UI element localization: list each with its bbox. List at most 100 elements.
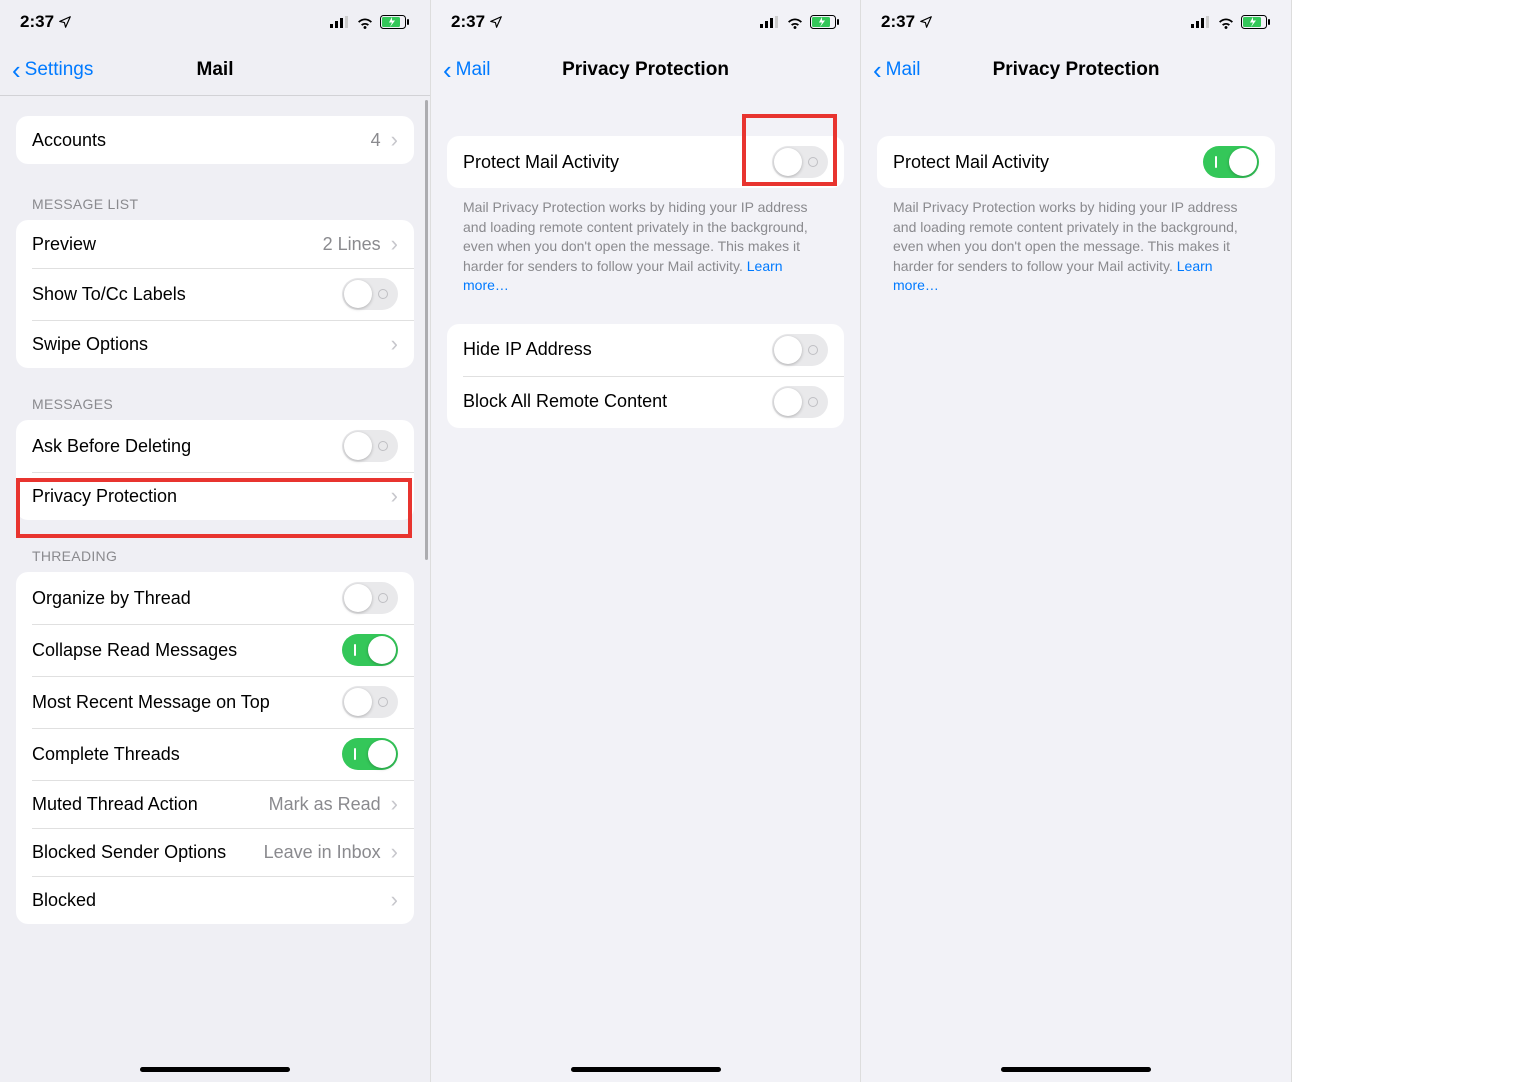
row-label: Protect Mail Activity	[463, 152, 772, 173]
battery-icon	[380, 15, 410, 29]
row-hide-ip[interactable]: Hide IP Address	[447, 324, 844, 376]
row-label: Collapse Read Messages	[32, 640, 342, 661]
row-label: Show To/Cc Labels	[32, 284, 342, 305]
row-collapse-read[interactable]: Collapse Read Messages	[16, 624, 414, 676]
toggle-ask-before-deleting[interactable]	[342, 430, 398, 462]
row-protect-mail[interactable]: Protect Mail Activity	[877, 136, 1275, 188]
status-bar: 2:37	[0, 0, 430, 44]
status-bar: 2:37	[861, 0, 1291, 44]
row-value: 4	[371, 130, 381, 151]
row-label: Privacy Protection	[32, 486, 391, 507]
back-label: Settings	[25, 59, 94, 81]
row-label: Muted Thread Action	[32, 794, 269, 815]
status-time: 2:37	[881, 12, 915, 32]
wifi-icon	[786, 16, 804, 29]
footer-description: Mail Privacy Protection works by hiding …	[877, 188, 1275, 296]
row-label: Preview	[32, 234, 323, 255]
status-bar: 2:37	[431, 0, 860, 44]
page-title: Privacy Protection	[861, 59, 1291, 81]
chevron-right-icon: ›	[391, 841, 398, 863]
toggle-organize-by-thread[interactable]	[342, 582, 398, 614]
row-value: 2 Lines	[323, 234, 381, 255]
cellular-icon	[330, 16, 350, 28]
row-label: Swipe Options	[32, 334, 391, 355]
row-block-remote[interactable]: Block All Remote Content	[447, 376, 844, 428]
row-label: Blocked	[32, 890, 391, 911]
row-most-recent-top[interactable]: Most Recent Message on Top	[16, 676, 414, 728]
wifi-icon	[1217, 16, 1235, 29]
chevron-right-icon: ›	[391, 793, 398, 815]
row-label: Ask Before Deleting	[32, 436, 342, 457]
row-complete-threads[interactable]: Complete Threads	[16, 728, 414, 780]
row-label: Protect Mail Activity	[893, 152, 1203, 173]
chevron-right-icon: ›	[391, 889, 398, 911]
screen-mail-settings: 2:37 ‹ Settings Mail Accounts	[0, 0, 431, 1082]
location-icon	[489, 15, 503, 29]
status-time: 2:37	[451, 12, 485, 32]
row-privacy-protection[interactable]: Privacy Protection ›	[16, 472, 414, 520]
battery-icon	[1241, 15, 1271, 29]
wifi-icon	[356, 16, 374, 29]
settings-list: Protect Mail Activity Mail Privacy Prote…	[431, 96, 860, 468]
cellular-icon	[1191, 16, 1211, 28]
back-button[interactable]: ‹ Mail	[439, 53, 495, 87]
home-indicator	[1001, 1067, 1151, 1072]
back-label: Mail	[456, 59, 491, 81]
row-label: Block All Remote Content	[463, 391, 772, 412]
toggle-collapse-read[interactable]	[342, 634, 398, 666]
chevron-right-icon: ›	[391, 129, 398, 151]
row-muted-action[interactable]: Muted Thread Action Mark as Read ›	[16, 780, 414, 828]
row-label: Complete Threads	[32, 744, 342, 765]
settings-list: Accounts 4 › MESSAGE LIST Preview 2 Line…	[0, 96, 430, 964]
back-button[interactable]: ‹ Settings	[8, 53, 97, 87]
row-ask-before-deleting[interactable]: Ask Before Deleting	[16, 420, 414, 472]
toggle-block-remote[interactable]	[772, 386, 828, 418]
row-show-tocc[interactable]: Show To/Cc Labels	[16, 268, 414, 320]
row-value: Leave in Inbox	[264, 842, 381, 863]
toggle-protect-mail[interactable]	[1203, 146, 1259, 178]
row-label: Organize by Thread	[32, 588, 342, 609]
chevron-right-icon: ›	[391, 485, 398, 507]
toggle-complete-threads[interactable]	[342, 738, 398, 770]
row-label: Most Recent Message on Top	[32, 692, 342, 713]
chevron-right-icon: ›	[391, 333, 398, 355]
toggle-hide-ip[interactable]	[772, 334, 828, 366]
section-header: THREADING	[16, 542, 414, 572]
row-preview[interactable]: Preview 2 Lines ›	[16, 220, 414, 268]
settings-list: Protect Mail Activity Mail Privacy Prote…	[861, 96, 1291, 336]
location-icon	[58, 15, 72, 29]
location-icon	[919, 15, 933, 29]
chevron-left-icon: ‹	[12, 57, 21, 83]
row-value: Mark as Read	[269, 794, 381, 815]
toggle-protect-mail[interactable]	[772, 146, 828, 178]
home-indicator	[571, 1067, 721, 1072]
row-swipe-options[interactable]: Swipe Options ›	[16, 320, 414, 368]
screen-privacy-on: 2:37 ‹ Mail Privacy Protection Pr	[861, 0, 1292, 1082]
row-protect-mail[interactable]: Protect Mail Activity	[447, 136, 844, 188]
footer-description: Mail Privacy Protection works by hiding …	[447, 188, 844, 296]
row-blocked[interactable]: Blocked ›	[16, 876, 414, 924]
nav-bar: ‹ Settings Mail	[0, 44, 430, 96]
cellular-icon	[760, 16, 780, 28]
nav-bar: ‹ Mail Privacy Protection	[861, 44, 1291, 96]
row-label: Hide IP Address	[463, 339, 772, 360]
scroll-indicator	[425, 100, 428, 560]
page-title: Privacy Protection	[431, 59, 860, 81]
toggle-most-recent-top[interactable]	[342, 686, 398, 718]
back-label: Mail	[886, 59, 921, 81]
chevron-right-icon: ›	[391, 233, 398, 255]
chevron-left-icon: ‹	[873, 57, 882, 83]
row-label: Accounts	[32, 130, 371, 151]
section-header: MESSAGE LIST	[16, 190, 414, 220]
nav-bar: ‹ Mail Privacy Protection	[431, 44, 860, 96]
status-time: 2:37	[20, 12, 54, 32]
row-accounts[interactable]: Accounts 4 ›	[16, 116, 414, 164]
row-blocked-sender[interactable]: Blocked Sender Options Leave in Inbox ›	[16, 828, 414, 876]
section-header: MESSAGES	[16, 390, 414, 420]
row-organize-by-thread[interactable]: Organize by Thread	[16, 572, 414, 624]
battery-icon	[810, 15, 840, 29]
row-label: Blocked Sender Options	[32, 842, 264, 863]
toggle-show-tocc[interactable]	[342, 278, 398, 310]
home-indicator	[140, 1067, 290, 1072]
back-button[interactable]: ‹ Mail	[869, 53, 925, 87]
